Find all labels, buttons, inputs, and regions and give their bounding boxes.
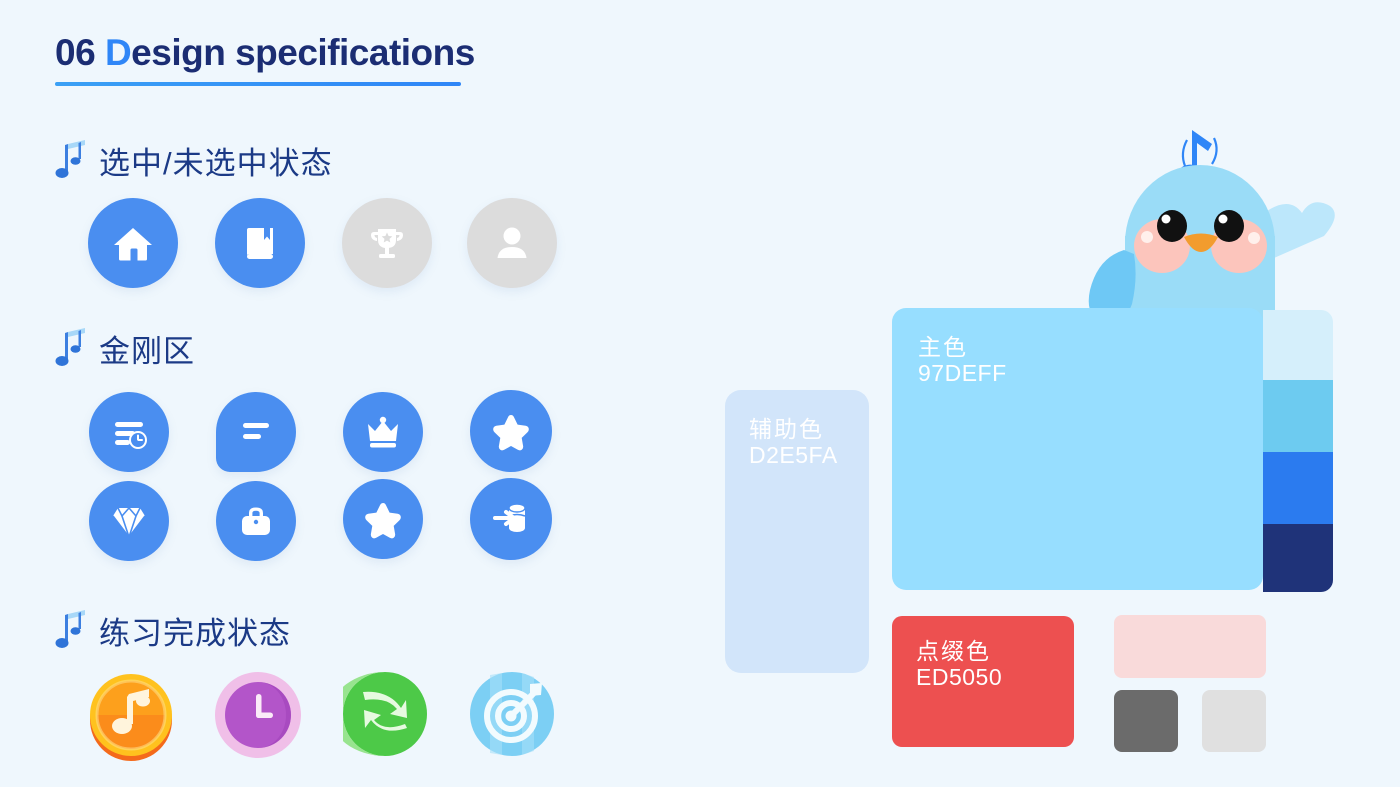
crown-icon-button[interactable]	[343, 392, 423, 472]
trophy-icon-button[interactable]	[342, 198, 432, 288]
star-badge-icon-button[interactable]	[470, 390, 552, 472]
swatch-tint-dark[interactable]	[1263, 524, 1333, 592]
page-title: 06 Design specifications	[55, 30, 475, 76]
person-icon	[490, 221, 534, 265]
swatch-hex: 97DEFF	[918, 360, 1007, 386]
swatch-accent[interactable]: 点缀色 ED5050	[892, 616, 1074, 747]
clock-icon	[215, 672, 301, 762]
bird-mascot	[1062, 118, 1352, 333]
section-label: 练习完成状态	[99, 616, 291, 651]
swatch-name: 主色	[918, 334, 968, 360]
title-underline	[55, 82, 461, 87]
person-icon-button[interactable]	[467, 198, 557, 288]
trophy-icon	[365, 221, 409, 265]
speech-bubble-icon	[236, 412, 276, 452]
page-title-block: 06 Design specifications	[55, 30, 475, 87]
refresh-icon	[330, 672, 427, 760]
swatch-accent-tint[interactable]	[1114, 615, 1266, 678]
target-dart-icon	[470, 672, 554, 760]
design-specifications-page: 06 Design specifications 选中/未选中状态 金刚区 练习…	[0, 0, 1400, 787]
list-clock-icon	[107, 410, 151, 454]
book-icon-button[interactable]	[215, 198, 305, 288]
swatch-primary[interactable]: 主色 97DEFF	[892, 308, 1263, 590]
page-title-number: 06	[55, 32, 96, 73]
page-title-highlight: D	[104, 32, 132, 73]
shopping-bag-icon-button[interactable]	[216, 481, 296, 561]
section-heading-practice-completion: 练习完成状态	[55, 608, 291, 653]
swatch-hex: ED5050	[916, 664, 1003, 690]
page-title-rest: esign specifications	[131, 32, 475, 73]
home-icon	[110, 220, 156, 266]
music-note-icon	[55, 609, 89, 653]
star-icon	[361, 497, 405, 541]
shopping-bag-icon	[235, 500, 277, 542]
music-coin-icon-button[interactable]	[85, 670, 177, 762]
section-label: 金刚区	[99, 334, 195, 369]
clock-icon-button[interactable]	[215, 672, 301, 758]
swatch-tint-mid[interactable]	[1263, 452, 1333, 524]
book-icon	[238, 221, 282, 265]
swatch-tint-light[interactable]	[1263, 380, 1333, 452]
coin-stack-icon-button[interactable]	[470, 478, 552, 560]
swatch-tint-lightest[interactable]	[1263, 310, 1333, 380]
coin-stack-icon	[489, 497, 533, 541]
section-label: 选中/未选中状态	[99, 146, 333, 181]
swatch-hex: D2E5FA	[749, 442, 838, 468]
list-clock-icon-button[interactable]	[89, 392, 169, 472]
section-heading-kingkong-zone: 金刚区	[55, 326, 195, 371]
star-badge-icon	[489, 409, 533, 453]
swatch-name: 辅助色	[749, 416, 824, 442]
swatch-neutral-light[interactable]	[1202, 690, 1266, 752]
swatch-auxiliary[interactable]: 辅助色 D2E5FA	[725, 390, 869, 673]
target-dart-icon-button[interactable]	[470, 672, 554, 756]
section-heading-selected-states: 选中/未选中状态	[55, 138, 333, 183]
refresh-icon-button[interactable]	[330, 672, 427, 756]
music-coin-icon	[85, 674, 177, 766]
speech-bubble-icon-button[interactable]	[216, 392, 296, 472]
swatch-neutral-dark[interactable]	[1114, 690, 1178, 752]
swatch-name: 点缀色	[916, 638, 991, 664]
home-icon-button[interactable]	[88, 198, 178, 288]
music-note-icon	[55, 139, 89, 183]
star-icon-button[interactable]	[343, 479, 423, 559]
diamond-icon-button[interactable]	[89, 481, 169, 561]
music-note-icon	[55, 327, 89, 371]
diamond-icon	[108, 500, 150, 542]
crown-icon	[361, 410, 405, 454]
